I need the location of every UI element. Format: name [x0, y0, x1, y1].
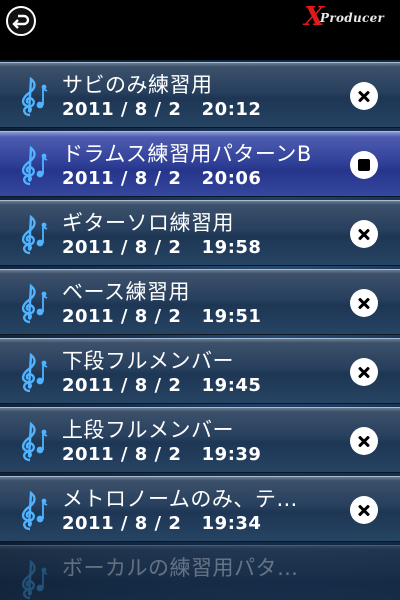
delete-button[interactable] [350, 496, 378, 524]
delete-button[interactable] [350, 427, 378, 455]
back-arrow-icon [12, 14, 30, 29]
stop-icon [358, 159, 370, 171]
app-logo: X Producer [304, 2, 396, 32]
recording-title: メトロノームのみ、テ… [62, 487, 298, 511]
recording-row[interactable]: 上段フルメンバー 2011 / 8 / 2 19:39 [0, 407, 400, 473]
recording-date: 2011 / 8 / 2 19:34 [62, 513, 262, 534]
recording-list: サビのみ練習用 2011 / 8 / 2 20:12 ドラムス練習用パターンB 201… [0, 60, 400, 600]
music-note-icon [16, 420, 50, 462]
recording-title: ベース練習用 [62, 280, 190, 304]
top-bar: X Producer [0, 0, 400, 60]
recording-title: ギターソロ練習用 [62, 211, 234, 235]
music-note-icon [16, 213, 50, 255]
recording-title: 上段フルメンバー [62, 418, 234, 442]
music-note-icon [16, 144, 50, 186]
delete-button[interactable] [350, 358, 378, 386]
recording-row[interactable]: メトロノームのみ、テ… 2011 / 8 / 2 19:34 [0, 476, 400, 542]
music-note-icon [16, 489, 50, 531]
stop-button[interactable] [350, 151, 378, 179]
recording-title: ボーカルの練習用パタ… [62, 556, 299, 580]
music-note-icon [16, 558, 50, 600]
recording-row[interactable]: ベース練習用 2011 / 8 / 2 19:51 [0, 269, 400, 335]
recording-date: 2011 / 8 / 2 19:58 [62, 237, 262, 258]
recording-row[interactable]: ボーカルの練習用パタ… [0, 545, 400, 600]
recording-title: ドラムス練習用パターンB [62, 142, 312, 166]
recording-date: 2011 / 8 / 2 19:51 [62, 306, 262, 327]
delete-button[interactable] [350, 82, 378, 110]
music-note-icon [16, 75, 50, 117]
recording-date: 2011 / 8 / 2 20:06 [62, 168, 262, 189]
delete-button[interactable] [350, 220, 378, 248]
logo-wordmark: Producer [320, 11, 385, 25]
recording-row[interactable]: ドラムス練習用パターンB 2011 / 8 / 2 20:06 [0, 131, 400, 197]
back-button[interactable] [6, 6, 36, 36]
delete-button[interactable] [350, 289, 378, 317]
recording-row[interactable]: サビのみ練習用 2011 / 8 / 2 20:12 [0, 62, 400, 128]
music-note-icon [16, 351, 50, 393]
recording-date: 2011 / 8 / 2 19:45 [62, 375, 262, 396]
recording-row[interactable]: ギターソロ練習用 2011 / 8 / 2 19:58 [0, 200, 400, 266]
recording-row[interactable]: 下段フルメンバー 2011 / 8 / 2 19:45 [0, 338, 400, 404]
recording-date: 2011 / 8 / 2 20:12 [62, 99, 262, 120]
recording-title: サビのみ練習用 [62, 73, 213, 97]
recording-date: 2011 / 8 / 2 19:39 [62, 444, 262, 465]
music-note-icon [16, 282, 50, 324]
recording-title: 下段フルメンバー [62, 349, 234, 373]
